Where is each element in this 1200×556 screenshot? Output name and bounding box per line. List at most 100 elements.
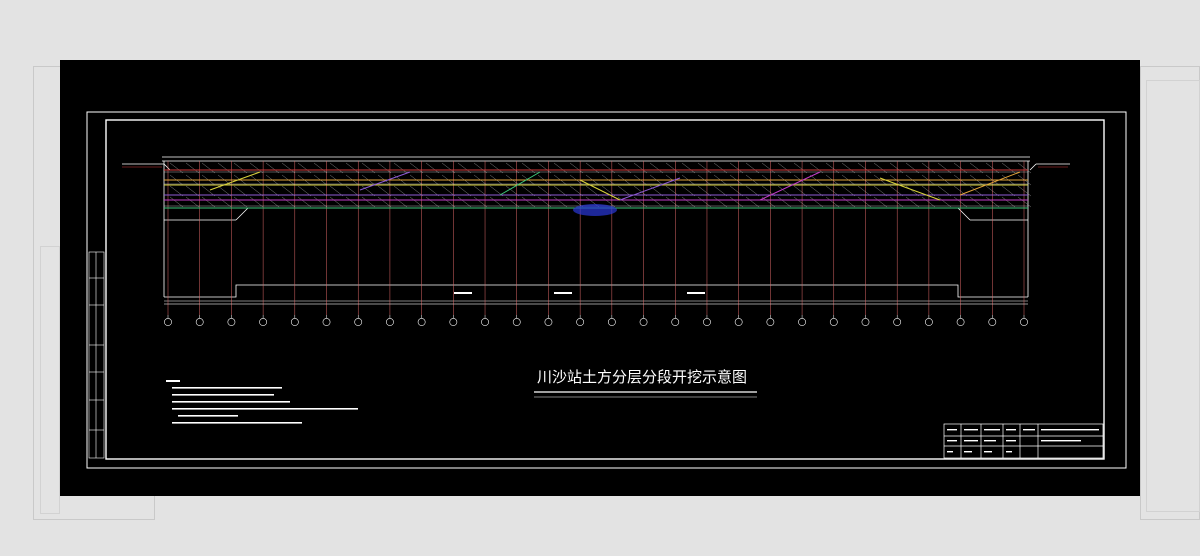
hatch-stroke bbox=[713, 196, 728, 208]
axis-bubble bbox=[322, 318, 331, 326]
axis-bubble bbox=[259, 318, 268, 326]
background-sheet-right-inner bbox=[1146, 80, 1200, 512]
axis-bubble bbox=[639, 318, 648, 326]
background-sheet-left-inner bbox=[40, 246, 60, 514]
hatch-stroke bbox=[425, 162, 440, 174]
hatch-stroke bbox=[233, 196, 248, 208]
hatch-stroke bbox=[793, 162, 808, 174]
hatch-stroke bbox=[665, 185, 680, 197]
hatch-stroke bbox=[249, 162, 264, 174]
excavation-slope bbox=[759, 171, 821, 201]
hatch-stroke bbox=[393, 196, 408, 208]
hatch-stroke bbox=[697, 162, 712, 174]
hatch-stroke bbox=[169, 162, 184, 174]
hatch-stroke bbox=[393, 185, 408, 197]
axis-bubble bbox=[195, 318, 204, 326]
hatch-stroke bbox=[873, 196, 888, 208]
hatch-stroke bbox=[329, 162, 344, 174]
hatch-stroke bbox=[377, 162, 392, 174]
hatch-stroke bbox=[361, 196, 376, 208]
hatch-stroke bbox=[857, 196, 872, 208]
hatch-stroke bbox=[649, 196, 664, 208]
hatch-stroke bbox=[633, 162, 648, 174]
hatch-stroke bbox=[905, 185, 920, 197]
outer-frame bbox=[86, 111, 1127, 469]
axis-bubble bbox=[607, 318, 616, 326]
excavation-slope bbox=[209, 171, 261, 191]
hatch-stroke bbox=[937, 196, 952, 208]
hatch-stroke bbox=[713, 162, 728, 174]
hatch-stroke bbox=[809, 185, 824, 197]
notes-block bbox=[166, 380, 358, 424]
hatch-stroke bbox=[841, 162, 856, 174]
hatch-stroke bbox=[793, 196, 808, 208]
hatch-stroke bbox=[1001, 162, 1016, 174]
hatch-stroke bbox=[409, 162, 424, 174]
hatch-stroke bbox=[233, 185, 248, 197]
hatch-stroke bbox=[425, 196, 440, 208]
hatch-stroke bbox=[441, 196, 456, 208]
hatch-stroke bbox=[873, 185, 888, 197]
hatch-stroke bbox=[217, 196, 232, 208]
hatch-stroke bbox=[249, 185, 264, 197]
axis-bubble bbox=[829, 318, 838, 326]
hatch-stroke bbox=[377, 196, 392, 208]
hatch-stroke bbox=[457, 162, 472, 174]
hatch-stroke bbox=[409, 185, 424, 197]
hatch-stroke bbox=[713, 185, 728, 197]
hatch-stroke bbox=[857, 162, 872, 174]
axis-bubble bbox=[956, 318, 965, 326]
hatch-stroke bbox=[969, 185, 984, 197]
hatch-stroke bbox=[873, 162, 888, 174]
axis-bubble bbox=[544, 318, 553, 326]
hatch-stroke bbox=[921, 196, 936, 208]
axis-bubble bbox=[734, 318, 743, 326]
hatch-stroke bbox=[969, 196, 984, 208]
axis-bubble bbox=[386, 318, 394, 326]
hatch-stroke bbox=[217, 185, 232, 197]
hatch-stroke bbox=[537, 162, 552, 174]
hatch-stroke bbox=[313, 185, 328, 197]
hatch-stroke bbox=[537, 196, 552, 208]
excavation-slope bbox=[359, 171, 411, 191]
hatch-stroke bbox=[665, 162, 680, 174]
hatch-stroke bbox=[809, 196, 824, 208]
pit-outline bbox=[162, 156, 1030, 305]
hatch-stroke bbox=[681, 185, 696, 197]
drawing-viewport[interactable]: 川沙站土方分层分段开挖示意图 bbox=[60, 60, 1140, 496]
excavation-slope bbox=[499, 171, 541, 196]
excavation-slope bbox=[879, 177, 941, 201]
drawing-title: 川沙站土方分层分段开挖示意图 bbox=[537, 368, 747, 386]
axis-grid bbox=[164, 318, 1028, 326]
hatch-stroke bbox=[745, 162, 760, 174]
hatch-stroke bbox=[345, 162, 360, 174]
hatch-stroke bbox=[681, 162, 696, 174]
hatch-stroke bbox=[457, 196, 472, 208]
hatch-stroke bbox=[761, 185, 776, 197]
blue-zone bbox=[573, 204, 617, 216]
hatch-stroke bbox=[1017, 162, 1032, 174]
hatch-stroke bbox=[1001, 185, 1016, 197]
hatch-stroke bbox=[281, 196, 296, 208]
hatch-stroke bbox=[777, 196, 792, 208]
hatch-stroke bbox=[857, 185, 872, 197]
hatch-stroke bbox=[329, 185, 344, 197]
hatch-stroke bbox=[425, 185, 440, 197]
hatch-stroke bbox=[441, 162, 456, 174]
hatch-stroke bbox=[1001, 196, 1016, 208]
hatch-stroke bbox=[505, 162, 520, 174]
hatch-stroke bbox=[889, 196, 904, 208]
hatch-stroke bbox=[681, 196, 696, 208]
hatch-stroke bbox=[201, 185, 216, 197]
hatch-stroke bbox=[393, 162, 408, 174]
hatch-stroke bbox=[697, 185, 712, 197]
hatch-stroke bbox=[649, 162, 664, 174]
axis-bubble bbox=[481, 318, 489, 326]
dimension-marks bbox=[454, 292, 705, 294]
hatch-stroke bbox=[905, 162, 920, 174]
hatch-stroke bbox=[825, 185, 840, 197]
hatch-stroke bbox=[889, 185, 904, 197]
axis-bubble bbox=[449, 318, 458, 326]
hatch-stroke bbox=[729, 185, 744, 197]
hatch-stroke bbox=[729, 162, 744, 174]
